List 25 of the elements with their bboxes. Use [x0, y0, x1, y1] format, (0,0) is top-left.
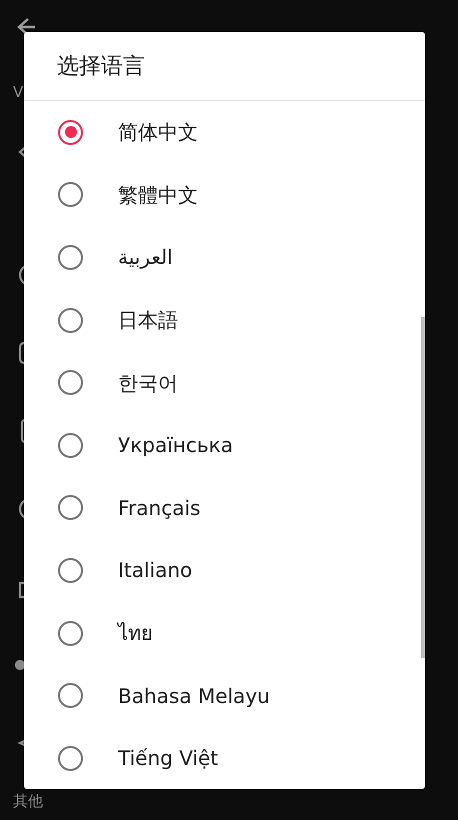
option-label: ไทย: [118, 620, 153, 648]
option-label: Tiếng Việt: [118, 745, 218, 772]
language-option[interactable]: Français: [24, 476, 425, 540]
dialog-title: 选择语言: [24, 32, 425, 101]
option-label: Українська: [118, 432, 233, 460]
language-option[interactable]: العربية: [24, 226, 425, 289]
section-label: V: [13, 82, 24, 103]
section-label: 其他: [13, 790, 43, 812]
language-option[interactable]: Tiếng Việt: [24, 726, 425, 789]
option-label: Français: [118, 494, 200, 522]
option-label: 繁體中文: [118, 182, 198, 209]
option-label: 简体中文: [118, 119, 198, 146]
option-label: Italiano: [118, 557, 192, 584]
option-label: 한국어: [118, 370, 178, 397]
language-option[interactable]: Bahasa Melayu: [24, 664, 425, 727]
language-option[interactable]: Українська: [24, 414, 425, 477]
language-option[interactable]: ไทย: [24, 602, 425, 664]
language-option[interactable]: 한국어: [24, 351, 425, 414]
option-label: 日本語: [118, 307, 178, 334]
language-option[interactable]: Italiano: [24, 539, 425, 602]
language-option[interactable]: 日本語: [24, 288, 425, 352]
language-option[interactable]: 简体中文: [24, 101, 425, 164]
language-option[interactable]: 繁體中文: [24, 164, 425, 226]
option-label: Bahasa Melayu: [118, 682, 270, 710]
option-label: العربية: [118, 244, 173, 272]
